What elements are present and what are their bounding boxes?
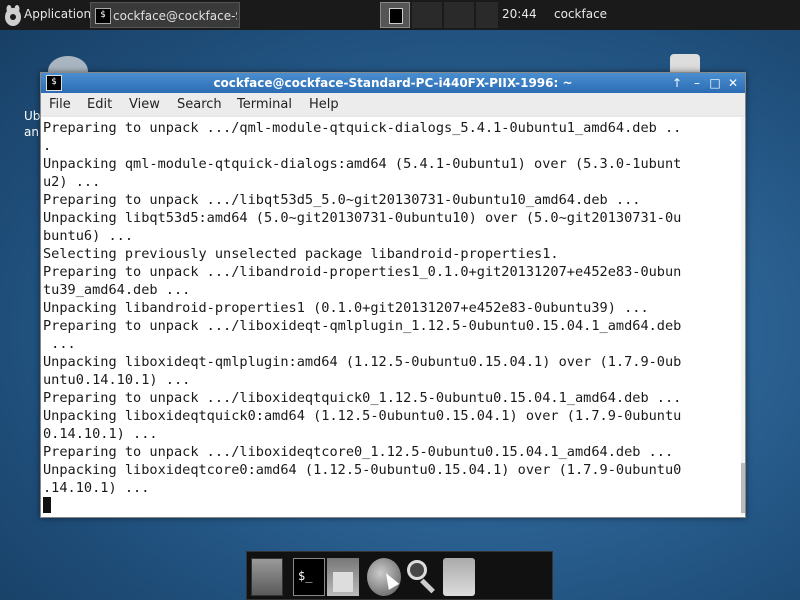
dock: $_ bbox=[246, 551, 553, 600]
menu-file[interactable]: File bbox=[49, 97, 71, 112]
window-maximize-button[interactable]: □ bbox=[707, 75, 723, 91]
terminal-scrollbar[interactable] bbox=[741, 117, 745, 515]
terminal-line: Preparing to unpack .../liboxideqt-qmlpl… bbox=[43, 318, 682, 334]
home-folder-icon[interactable] bbox=[327, 558, 359, 596]
terminal-line: Selecting previously unselected package … bbox=[43, 246, 559, 262]
terminal-line: Preparing to unpack .../libqt53d5_5.0~gi… bbox=[43, 192, 641, 208]
terminal-window: $ cockface@cockface-Standard-PC-i440FX-P… bbox=[40, 72, 746, 518]
terminal-line: 0.14.10.1) ... bbox=[43, 426, 158, 442]
terminal-line: Unpacking libqt53d5:amd64 (5.0~git201307… bbox=[43, 210, 682, 226]
folder-shape bbox=[333, 572, 353, 592]
terminal-icon: $ bbox=[95, 8, 111, 24]
applications-menu-icon[interactable] bbox=[3, 3, 23, 27]
terminal-line: . bbox=[43, 138, 52, 154]
menu-terminal[interactable]: Terminal bbox=[237, 97, 292, 112]
top-panel: Applications $ cockface@cockface-Sta... … bbox=[0, 0, 800, 30]
terminal-line: Unpacking liboxideqt-qmlplugin:amd64 (1.… bbox=[43, 354, 682, 370]
window-minimize-button[interactable]: – bbox=[689, 75, 705, 91]
terminal-lines: Preparing to unpack .../qml-module-qtqui… bbox=[43, 119, 743, 515]
terminal-line: ... bbox=[43, 336, 76, 352]
terminal-line: Unpacking liboxideqtquick0:amd64 (1.12.5… bbox=[43, 408, 682, 424]
taskbar-terminal-button[interactable]: $ cockface@cockface-Sta... bbox=[90, 2, 240, 28]
window-close-button[interactable]: ✕ bbox=[725, 75, 741, 91]
terminal-line: Unpacking libandroid-properties1 (0.1.0+… bbox=[43, 300, 649, 316]
text-cursor bbox=[43, 497, 51, 513]
terminal-line: buntu6) ... bbox=[43, 228, 134, 244]
menu-view[interactable]: View bbox=[129, 97, 160, 112]
taskbar-terminal-label: cockface@cockface-Sta... bbox=[113, 9, 237, 23]
terminal-line: Preparing to unpack .../liboxideqtquick0… bbox=[43, 390, 682, 406]
terminal-line: Preparing to unpack .../liboxideqtcore0_… bbox=[43, 444, 674, 460]
workspace-4[interactable] bbox=[476, 2, 498, 28]
user-menu[interactable]: cockface bbox=[554, 7, 607, 21]
terminal-line: Unpacking qml-module-qtquick-dialogs:amd… bbox=[43, 156, 682, 172]
terminal-cursor-line bbox=[43, 497, 743, 515]
menu-edit[interactable]: Edit bbox=[87, 97, 112, 112]
menubar: File Edit View Search Terminal Help bbox=[41, 93, 745, 115]
magnifier-handle bbox=[420, 578, 435, 594]
scrollbar-thumb[interactable] bbox=[741, 463, 745, 513]
workspace-3[interactable] bbox=[444, 2, 474, 28]
terminal-line: u2) ... bbox=[43, 174, 101, 190]
terminal-line: Preparing to unpack .../qml-module-qtqui… bbox=[43, 120, 682, 136]
workspace-1[interactable] bbox=[380, 2, 410, 28]
menu-help[interactable]: Help bbox=[309, 97, 339, 112]
terminal-icon[interactable]: $_ bbox=[293, 558, 325, 596]
terminal-icon bbox=[389, 8, 403, 24]
terminal-output[interactable]: Preparing to unpack .../qml-module-qtqui… bbox=[41, 117, 745, 517]
files-icon[interactable] bbox=[443, 558, 475, 596]
terminal-line: untu0.14.10.1) ... bbox=[43, 372, 191, 388]
window-titlebar[interactable]: $ cockface@cockface-Standard-PC-i440FX-P… bbox=[41, 73, 745, 93]
search-icon[interactable] bbox=[405, 558, 437, 596]
terminal-line: .14.10.1) ... bbox=[43, 480, 150, 496]
menu-search[interactable]: Search bbox=[177, 97, 222, 112]
window-title: cockface@cockface-Standard-PC-i440FX-PII… bbox=[213, 76, 573, 90]
clock[interactable]: 20:44 bbox=[502, 7, 537, 21]
magnifier-lens bbox=[407, 560, 427, 580]
terminal-line: tu39_amd64.deb ... bbox=[43, 282, 191, 298]
window-up-button[interactable]: ↑ bbox=[669, 75, 685, 91]
show-desktop-icon[interactable] bbox=[251, 558, 283, 596]
desktop-icon-label[interactable]: Ub an bbox=[24, 108, 40, 140]
terminal-line: Preparing to unpack .../libandroid-prope… bbox=[43, 264, 682, 280]
terminal-line: Unpacking liboxideqtcore0:amd64 (1.12.5-… bbox=[43, 462, 682, 478]
applications-menu[interactable]: Applications bbox=[24, 7, 97, 21]
workspace-2[interactable] bbox=[412, 2, 442, 28]
